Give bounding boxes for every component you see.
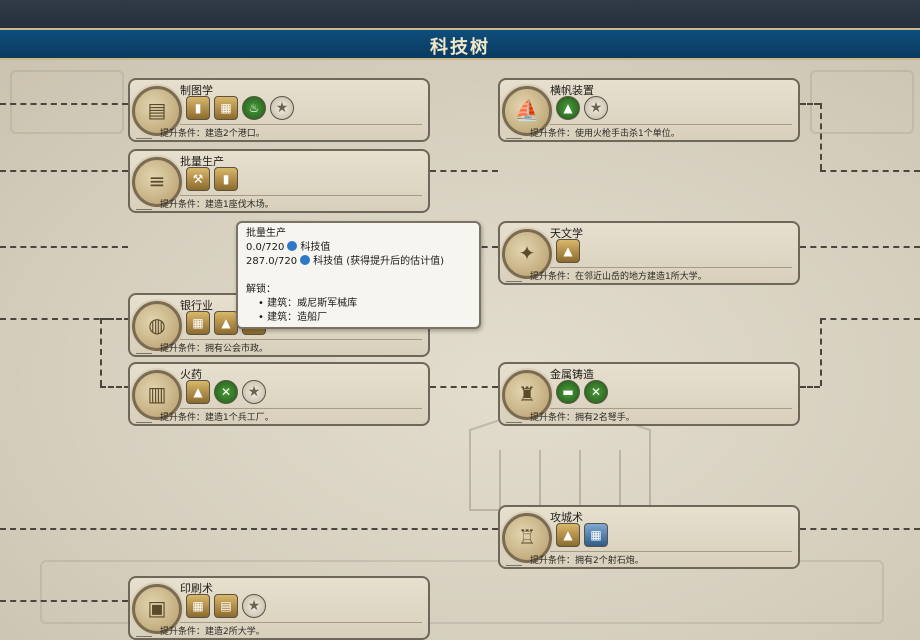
shipyard-icon[interactable]: ▮	[214, 167, 238, 191]
divider	[180, 339, 422, 340]
connector-line	[0, 528, 498, 530]
divider	[180, 408, 422, 409]
divider	[550, 124, 792, 125]
divider	[550, 551, 792, 552]
building-icon[interactable]: ▦	[186, 594, 210, 618]
tech-node-mass-production[interactable]: ≡ 批量生产 ⚒ ▮ 提升条件：建造1座伐木场。	[128, 149, 430, 213]
boost-condition: 提升条件：使用火枪手击杀1个单位。	[530, 129, 680, 139]
connector-line	[800, 528, 920, 530]
science-icon	[287, 241, 298, 251]
star-icon[interactable]: ★	[242, 380, 266, 404]
star-icon[interactable]: ★	[242, 594, 266, 618]
tech-node-cartography[interactable]: ▤ 制图学 ▮ ▦ ♨ ★ 提升条件：建造2个港口。	[128, 78, 430, 142]
decoration	[10, 70, 124, 134]
connector-line	[0, 600, 128, 602]
unlocks-label: 解锁：	[246, 284, 276, 295]
tech-tooltip: 批量生产 0.0/720 科技值 287.0/720 科技值 (获得提升后的估计值)…	[236, 221, 481, 329]
connector-line	[820, 103, 822, 170]
boost-indicator-icon	[506, 414, 522, 423]
decoration	[810, 70, 914, 134]
building-icon[interactable]: ▤	[214, 594, 238, 618]
connector-line	[100, 318, 102, 386]
tech-node-square-rigging[interactable]: ⛵ 横帆装置 ▲ ★ 提升条件：使用火枪手击杀1个单位。	[498, 78, 800, 142]
frigate-icon[interactable]: ▲	[556, 96, 580, 120]
building-icon[interactable]: ▮	[186, 96, 210, 120]
armory-icon[interactable]: ▲	[186, 380, 210, 404]
boost-condition: 提升条件：拥有2个射石炮。	[530, 556, 644, 566]
boost-indicator-icon	[136, 345, 152, 354]
boost-condition: 提升条件：建造2个港口。	[160, 129, 265, 139]
divider	[180, 622, 422, 623]
connector-line	[0, 246, 128, 248]
unlock-item: • 建筑：造船厂	[258, 312, 328, 323]
star-icon[interactable]: ★	[584, 96, 608, 120]
crossed-tools-icon[interactable]: ✕	[584, 380, 608, 404]
title-bar: 科技树	[0, 28, 920, 60]
cannon-icon[interactable]: ▬	[556, 380, 580, 404]
connector-line	[800, 246, 920, 248]
building-icon[interactable]: ▲	[556, 523, 580, 547]
tech-node-metal-casting[interactable]: ♜ 金属铸造 ▬ ✕ 提升条件：拥有2名弩手。	[498, 362, 800, 426]
estimate-unit: 科技值 (获得提升后的估计值)	[313, 256, 445, 267]
boost-condition: 提升条件：建造2所大学。	[160, 627, 265, 637]
bank-icon[interactable]: ▦	[186, 311, 210, 335]
tooltip-title: 批量生产	[246, 228, 286, 239]
boost-condition: 提升条件：拥有公会市政。	[160, 344, 269, 354]
arsenal-icon[interactable]: ⚒	[186, 167, 210, 191]
tech-node-printing[interactable]: ▣ 印刷术 ▦ ▤ ★ 提升条件：建造2所大学。	[128, 576, 430, 640]
unlock-item: • 建筑：威尼斯军械库	[258, 298, 358, 309]
top-bar	[0, 0, 920, 28]
connector-line	[820, 318, 920, 320]
observatory-icon[interactable]: ▲	[556, 239, 580, 263]
connector-line	[820, 170, 920, 172]
tooltip-estimate: 287.0/720 科技值 (获得提升后的估计值)	[246, 255, 471, 269]
building-icon[interactable]: ▦	[214, 96, 238, 120]
page-title: 科技树	[430, 37, 490, 58]
connector-line	[0, 318, 110, 320]
connector-line	[0, 170, 128, 172]
boost-indicator-icon	[136, 414, 152, 423]
boost-condition: 提升条件：拥有2名弩手。	[530, 413, 635, 423]
science-icon	[300, 255, 311, 265]
boost-indicator-icon	[136, 201, 152, 210]
boost-indicator-icon	[506, 273, 522, 282]
unlock-text: 建筑：威尼斯军械库	[267, 298, 358, 309]
progress-unit: 科技值	[300, 242, 331, 253]
boost-condition: 提升条件：在邻近山岳的地方建造1所大学。	[530, 272, 707, 282]
boost-indicator-icon	[136, 130, 152, 139]
tech-node-gunpowder[interactable]: ▥ 火药 ▲ ✕ ★ 提升条件：建造1个兵工厂。	[128, 362, 430, 426]
connector-line	[800, 103, 820, 105]
boost-condition: 提升条件：建造1个兵工厂。	[160, 413, 274, 423]
city-icon[interactable]: ▦	[584, 523, 608, 547]
harbor-icon[interactable]: ♨	[242, 96, 266, 120]
building-icon[interactable]: ▲	[214, 311, 238, 335]
connector-line	[800, 386, 820, 388]
divider	[180, 124, 422, 125]
connector-line	[820, 318, 822, 386]
tooltip-progress: 0.0/720 科技值	[246, 241, 471, 255]
tech-node-siege-tactics[interactable]: ♖ 攻城术 ▲ ▦ 提升条件：拥有2个射石炮。	[498, 505, 800, 569]
boost-indicator-icon	[136, 628, 152, 637]
connector-line	[100, 386, 130, 388]
connector-line	[0, 103, 128, 105]
tech-node-astronomy[interactable]: ✦ 天文学 ▲ 提升条件：在邻近山岳的地方建造1所大学。	[498, 221, 800, 285]
boost-indicator-icon	[506, 557, 522, 566]
divider	[550, 267, 792, 268]
progress-value: 0.0/720	[246, 242, 285, 253]
connector-line	[100, 318, 130, 320]
crossed-swords-icon[interactable]: ✕	[214, 380, 238, 404]
star-icon[interactable]: ★	[270, 96, 294, 120]
boost-condition: 提升条件：建造1座伐木场。	[160, 200, 274, 210]
connector-line	[430, 170, 498, 172]
estimate-value: 287.0/720	[246, 256, 298, 267]
unlock-text: 建筑：造船厂	[267, 312, 328, 323]
divider	[180, 195, 422, 196]
divider	[550, 408, 792, 409]
boost-indicator-icon	[506, 130, 522, 139]
